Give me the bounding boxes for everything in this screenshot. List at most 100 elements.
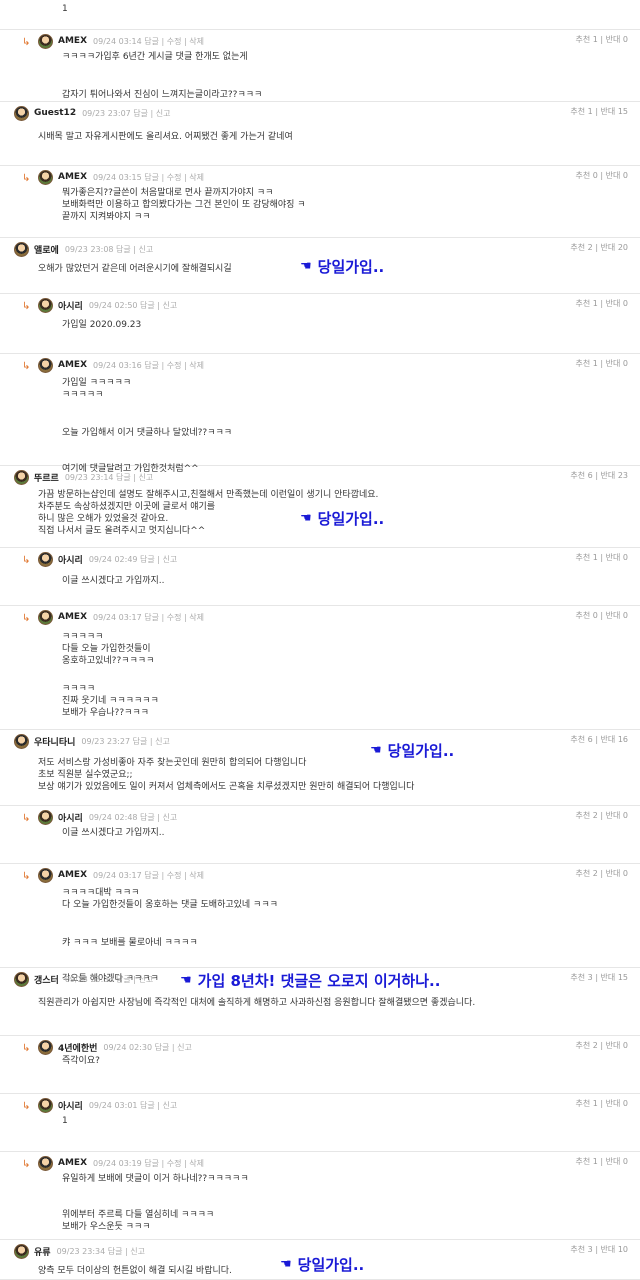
comment-meta-actions[interactable]: 09/24 03:16 답글 | 수정 | 삭제 [93,360,204,371]
comment-text-line: 오해가 많았던거 같은데 어려운시기에 잘해결되시길 [38,264,232,274]
vote-counts[interactable]: 추천 2 | 반대 0 [576,1040,629,1051]
author-nickname[interactable]: AMEX [58,612,87,622]
comment: 갱스터 09/23 23:33 답글 | 신고 추천 3 | 반대 15 직원관리가 … [0,968,640,1036]
comment: Guest12 09/23 23:07 답글 | 신고 추천 1 | 반대 15 시배… [0,102,640,166]
comment-meta-actions[interactable]: 09/24 03:01 답글 | 신고 [89,1100,177,1111]
comment-meta-actions[interactable]: 09/24 03:17 답글 | 수정 | 삭제 [93,870,204,881]
comment-text-line: 직접 나서서 글도 올려주시고 멋지십니다^^ [38,526,206,536]
reply-comment: ↳ AMEX 09/24 03:15 답글 | 수정 | 삭제 추천 0 | 반대 0… [0,166,640,238]
comment-header: 우타니타니 09/23 23:27 답글 | 신고 [14,732,170,750]
author-nickname[interactable]: AMEX [58,1158,87,1168]
vote-counts[interactable]: 추천 6 | 반대 16 [570,734,628,745]
annotation-note: ☚ 당일가입.. [300,508,384,529]
comment-meta-actions[interactable]: 09/24 02:49 답글 | 신고 [89,554,177,565]
vote-counts[interactable]: 추천 1 | 반대 0 [576,34,629,45]
author-nickname[interactable]: 아시리 [58,553,83,566]
vote-counts[interactable]: 추천 1 | 반대 15 [570,106,628,117]
comment-meta-actions[interactable]: 09/24 03:15 답글 | 수정 | 삭제 [93,172,204,183]
reply-comment: ↳ AMEX 09/24 03:19 답글 | 수정 | 삭제 추천 1 | 반대 0… [0,1152,640,1240]
author-nickname[interactable]: 4년에한번 [58,1041,97,1054]
reply-arrow-icon: ↳ [22,173,31,184]
comment-text-line: 유일하게 보배에 댓글이 이거 하나네??ㅋㅋㅋㅋㅋ [62,1174,249,1184]
avatar-icon[interactable] [38,357,53,373]
comment: 뚜르르 09/23 23:14 답글 | 신고 추천 6 | 반대 23 가끔 방문하… [0,466,640,548]
author-nickname[interactable]: 유류 [34,1245,51,1258]
annotation-note: ☚ 당일가입.. [280,1254,364,1275]
comment-header: Guest12 09/23 23:07 답글 | 신고 [14,104,171,122]
avatar-icon[interactable] [38,1155,53,1171]
vote-counts[interactable]: 추천 6 | 반대 23 [570,470,628,481]
comment-text-line: 캬 ㅋㅋㅋ 보배를 물로아네 ㅋㅋㅋㅋ [62,938,198,948]
vote-counts[interactable]: 추천 0 | 반대 0 [576,170,629,181]
author-nickname[interactable]: 아시리 [58,811,83,824]
avatar-icon[interactable] [38,551,53,567]
avatar-icon[interactable] [38,609,53,625]
vote-counts[interactable]: 추천 1 | 반대 0 [576,358,629,369]
comment-meta-actions[interactable]: 09/23 23:14 답글 | 신고 [65,472,153,483]
author-nickname[interactable]: 뚜르르 [34,471,59,484]
author-nickname[interactable]: AMEX [58,870,87,880]
comment-meta-actions[interactable]: 09/24 03:17 답글 | 수정 | 삭제 [93,612,204,623]
comment-meta-actions[interactable]: 09/23 23:08 답글 | 신고 [65,244,153,255]
author-nickname[interactable]: 아시리 [58,1099,83,1112]
comment: 앨로에 09/23 23:08 답글 | 신고 추천 2 | 반대 20 오해가 많았… [0,238,640,294]
vote-counts[interactable]: 추천 2 | 반대 20 [570,242,628,253]
vote-counts[interactable]: 추천 0 | 반대 0 [576,610,629,621]
comment-meta-actions[interactable]: 09/24 02:30 답글 | 신고 [103,1042,191,1053]
avatar-icon[interactable] [38,33,53,49]
vote-counts[interactable]: 추천 1 | 반대 0 [576,552,629,563]
author-nickname[interactable]: 우타니타니 [34,735,75,748]
comment-meta-actions[interactable]: 09/24 02:48 답글 | 신고 [89,812,177,823]
annotation-text: 당일가입.. [317,258,385,276]
reply-comment: ↳ 아시리 09/24 03:01 답글 | 신고 추천 1 | 반대 0 1 [0,1094,640,1152]
avatar-icon[interactable] [38,169,53,185]
comment-meta-actions[interactable]: 09/23 23:27 답글 | 신고 [81,736,169,747]
author-nickname[interactable]: AMEX [58,172,87,182]
avatar-icon[interactable] [38,297,53,313]
avatar-icon[interactable] [38,1039,53,1055]
comment-meta-actions[interactable]: 09/24 03:19 답글 | 수정 | 삭제 [93,1158,204,1169]
avatar-icon[interactable] [14,1243,29,1259]
comment-header: AMEX 09/24 03:17 답글 | 수정 | 삭제 [38,866,204,884]
avatar-icon[interactable] [38,867,53,883]
comment-meta-actions[interactable]: 09/24 02:50 답글 | 신고 [89,300,177,311]
comment-text-line: 시배목 말고 자유게시판에도 올리셔요. 어찌됐건 좋게 가는거 같네여 [38,132,293,142]
comment-text-line: 직원관리가 아쉽지만 사장님에 즉각적인 대처에 솔직하게 해명하고 사과하신점… [38,998,476,1008]
vote-counts[interactable]: 추천 3 | 반대 10 [570,1244,628,1255]
avatar-icon[interactable] [38,809,53,825]
comment-text-line: 진짜 웃기네 ㅋㅋㅋㅋㅋㅋ [62,696,159,706]
comment-meta-actions[interactable]: 09/23 23:07 답글 | 신고 [82,108,170,119]
avatar-icon[interactable] [14,105,29,121]
comment-header: 유류 09/23 23:34 답글 | 신고 [14,1242,145,1260]
comment-text: 1 [62,4,68,14]
author-nickname[interactable]: 갱스터 [34,973,59,986]
vote-counts[interactable]: 추천 1 | 반대 0 [576,298,629,309]
reply-arrow-icon: ↳ [22,301,31,312]
comment-header: 4년에한번 09/24 02:30 답글 | 신고 [38,1038,192,1056]
vote-counts[interactable]: 추천 3 | 반대 15 [570,972,628,983]
author-nickname[interactable]: Guest12 [34,108,76,118]
comment-text-line: 옹호하고있네??ㅋㅋㅋㅋ [62,656,155,666]
vote-counts[interactable]: 추천 2 | 반대 0 [576,868,629,879]
annotation-note: ☚ 당일가입.. [370,740,454,761]
author-nickname[interactable]: 앨로에 [34,243,59,256]
annotation-note: ☚ 가입 8년차! 댓글은 오로지 이거하나.. [180,970,440,991]
author-nickname[interactable]: 아시리 [58,299,83,312]
author-nickname[interactable]: AMEX [58,360,87,370]
comment-meta-actions[interactable]: 09/23 23:33 답글 | 신고 [65,974,153,985]
vote-counts[interactable]: 추천 1 | 반대 0 [576,1098,629,1109]
comment-header: 앨로에 09/23 23:08 답글 | 신고 [14,240,153,258]
author-nickname[interactable]: AMEX [58,36,87,46]
avatar-icon[interactable] [38,1097,53,1113]
avatar-icon[interactable] [14,241,29,257]
avatar-icon[interactable] [14,469,29,485]
avatar-icon[interactable] [14,733,29,749]
vote-counts[interactable]: 추천 1 | 반대 0 [576,1156,629,1167]
reply-arrow-icon: ↳ [22,813,31,824]
comment-text-line: 끝까지 지켜봐야지 ㅋㅋ [62,212,151,222]
comment-meta-actions[interactable]: 09/24 03:14 답글 | 수정 | 삭제 [93,36,204,47]
vote-counts[interactable]: 추천 2 | 반대 0 [576,810,629,821]
avatar-icon[interactable] [14,971,29,987]
comment-meta-actions[interactable]: 09/23 23:34 답글 | 신고 [57,1246,145,1257]
comment-text-line: ㅋㅋㅋㅋ대박 ㅋㅋㅋ [62,888,140,898]
